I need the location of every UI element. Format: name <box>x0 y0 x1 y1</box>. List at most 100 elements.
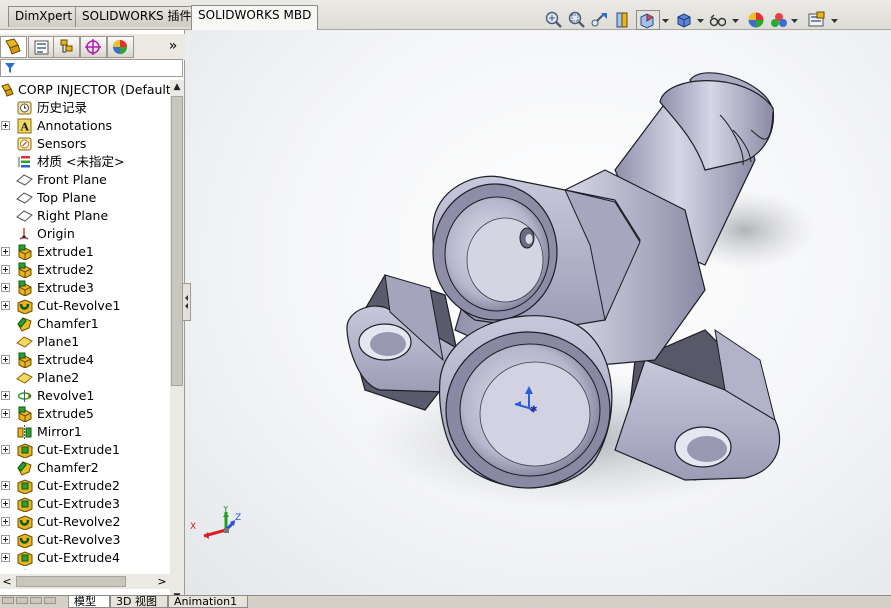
scroll-right-button[interactable]: > <box>155 574 169 589</box>
tree-item-label: Top Plane <box>37 190 97 205</box>
scroll-thumb[interactable] <box>171 96 183 386</box>
cut-extrude-icon <box>16 496 33 512</box>
tree-item[interactable]: Right Plane <box>0 207 170 225</box>
expand-icon[interactable] <box>1 535 10 544</box>
graphics-area[interactable]: ✱ X Y Z <box>185 30 891 595</box>
view-settings-icon[interactable] <box>806 10 826 30</box>
tree-item-label: Cut-Extrude4 <box>37 550 120 565</box>
tree-root[interactable]: CORP INJECTOR (Default <box>0 81 172 99</box>
tab-solidworks-addins[interactable]: SOLIDWORKS 插件 <box>75 6 199 27</box>
panel-collapse-handle[interactable] <box>182 283 191 321</box>
view-orientation-icon[interactable] <box>636 10 660 30</box>
plane-icon <box>16 208 33 224</box>
tree-item[interactable]: 材质 <未指定> <box>0 153 170 171</box>
tree-filter[interactable] <box>0 59 183 77</box>
tree-item[interactable]: Revolve1 <box>0 387 170 405</box>
tree-item[interactable]: A Annotations <box>0 117 170 135</box>
tree-item-label: Extrude1 <box>37 244 94 259</box>
tab-nav-next[interactable] <box>30 597 42 604</box>
zoom-to-area-icon[interactable] <box>567 10 587 30</box>
scroll-thumb-horizontal[interactable] <box>16 576 126 587</box>
tree-item[interactable]: Extrude1 <box>0 243 170 261</box>
display-style-dropdown[interactable] <box>697 18 704 24</box>
expand-icon[interactable] <box>1 301 10 310</box>
triad-x-label: X <box>190 522 196 532</box>
tree-item[interactable]: Plane2 <box>0 369 170 387</box>
tree-item[interactable]: Cut-Revolve1 <box>0 297 170 315</box>
cut-revolve-icon <box>16 532 33 548</box>
tab-animation1[interactable]: Animation1 <box>168 596 248 608</box>
tab-solidworks-mbd[interactable]: SOLIDWORKS MBD <box>191 5 319 30</box>
tree-item[interactable]: Front Plane <box>0 171 170 189</box>
tree-item[interactable]: Origin <box>0 225 170 243</box>
tree-vertical-scrollbar[interactable]: ▲ ▼ <box>170 80 184 604</box>
tree-item[interactable]: 历史记录 <box>0 99 170 117</box>
scroll-up-button[interactable]: ▲ <box>170 80 184 94</box>
tree-item-label: Cut-Extrude1 <box>37 442 120 457</box>
expand-icon[interactable] <box>1 517 10 526</box>
tree-root-label: CORP INJECTOR (Default <box>18 82 171 97</box>
expand-icon[interactable] <box>1 265 10 274</box>
cut-extrude-icon <box>16 550 33 566</box>
tree-item[interactable]: Cut-Revolve2 <box>0 513 170 531</box>
tab-nav-first[interactable] <box>2 597 14 604</box>
tree-item[interactable]: Extrude2 <box>0 261 170 279</box>
tree-item[interactable]: Extrude5 <box>0 405 170 423</box>
section-view-icon[interactable] <box>613 10 633 30</box>
hide-show-items-icon[interactable] <box>708 10 728 30</box>
configurationmanager-icon[interactable] <box>53 36 80 58</box>
expand-icon[interactable] <box>1 283 10 292</box>
tree-item[interactable]: Plane1 <box>0 333 170 351</box>
tree-item[interactable]: Mirror1 <box>0 423 170 441</box>
expand-icon[interactable] <box>1 553 10 562</box>
view-settings-dropdown[interactable] <box>831 18 838 24</box>
tab-dimxpert[interactable]: DimXpert <box>8 6 80 27</box>
tab-nav-prev[interactable] <box>16 597 28 604</box>
display-style-icon[interactable] <box>674 10 694 30</box>
expand-icon[interactable] <box>1 355 10 364</box>
tree-item-label: Cut-Extrude2 <box>37 478 120 493</box>
material-icon <box>16 154 33 170</box>
dimxpertmanager-icon[interactable] <box>80 36 107 58</box>
tree-item[interactable]: Chamfer1 <box>0 315 170 333</box>
tree-item[interactable]: Cut-Extrude1 <box>0 441 170 459</box>
previous-view-icon[interactable] <box>590 10 610 30</box>
zoom-to-fit-icon[interactable] <box>544 10 564 30</box>
expand-icon[interactable] <box>1 247 10 256</box>
tree-item[interactable]: Chamfer2 <box>0 459 170 477</box>
tree-item-label: Revolve1 <box>37 388 95 403</box>
tree-item[interactable]: Cut-Extrude3 <box>0 495 170 513</box>
view-orientation-dropdown[interactable] <box>662 18 669 24</box>
apply-scene-dropdown[interactable] <box>791 18 798 24</box>
scroll-left-button[interactable]: < <box>0 574 14 589</box>
triad-z-label: Z <box>235 513 241 523</box>
expand-icon[interactable] <box>1 409 10 418</box>
panel-more-button[interactable]: » <box>166 38 180 54</box>
tree-horizontal-scrollbar[interactable]: < > <box>0 574 170 589</box>
apply-scene-icon[interactable] <box>769 10 789 30</box>
tab-nav-last[interactable] <box>44 597 56 604</box>
model-corp-injector[interactable]: ✱ <box>185 30 891 595</box>
featuremanager-tree-icon[interactable] <box>0 36 27 58</box>
tree-item[interactable]: Cut-Revolve3 <box>0 531 170 549</box>
tree-item[interactable]: Sensors <box>0 135 170 153</box>
tree-item[interactable]: Cut-Extrude5 <box>0 567 170 570</box>
displaymanager-icon[interactable] <box>107 36 134 58</box>
edit-appearance-icon[interactable] <box>746 10 766 30</box>
tree-item-label: Origin <box>37 226 75 241</box>
tree-item[interactable]: Cut-Extrude2 <box>0 477 170 495</box>
expand-icon[interactable] <box>1 445 10 454</box>
hide-show-dropdown[interactable] <box>732 18 739 24</box>
tree-item[interactable]: Extrude3 <box>0 279 170 297</box>
tree-item[interactable]: Extrude4 <box>0 351 170 369</box>
collapse-arrow-icon <box>185 295 188 309</box>
expand-icon[interactable] <box>1 499 10 508</box>
tab-model[interactable]: 模型 <box>68 596 110 608</box>
tree-item[interactable]: Top Plane <box>0 189 170 207</box>
propertymanager-icon[interactable] <box>28 36 55 58</box>
expand-icon[interactable] <box>1 481 10 490</box>
expand-icon[interactable] <box>1 121 10 130</box>
tab-3d-views[interactable]: 3D 视图 <box>110 596 168 608</box>
expand-icon[interactable] <box>1 391 10 400</box>
tree-item[interactable]: Cut-Extrude4 <box>0 549 170 567</box>
